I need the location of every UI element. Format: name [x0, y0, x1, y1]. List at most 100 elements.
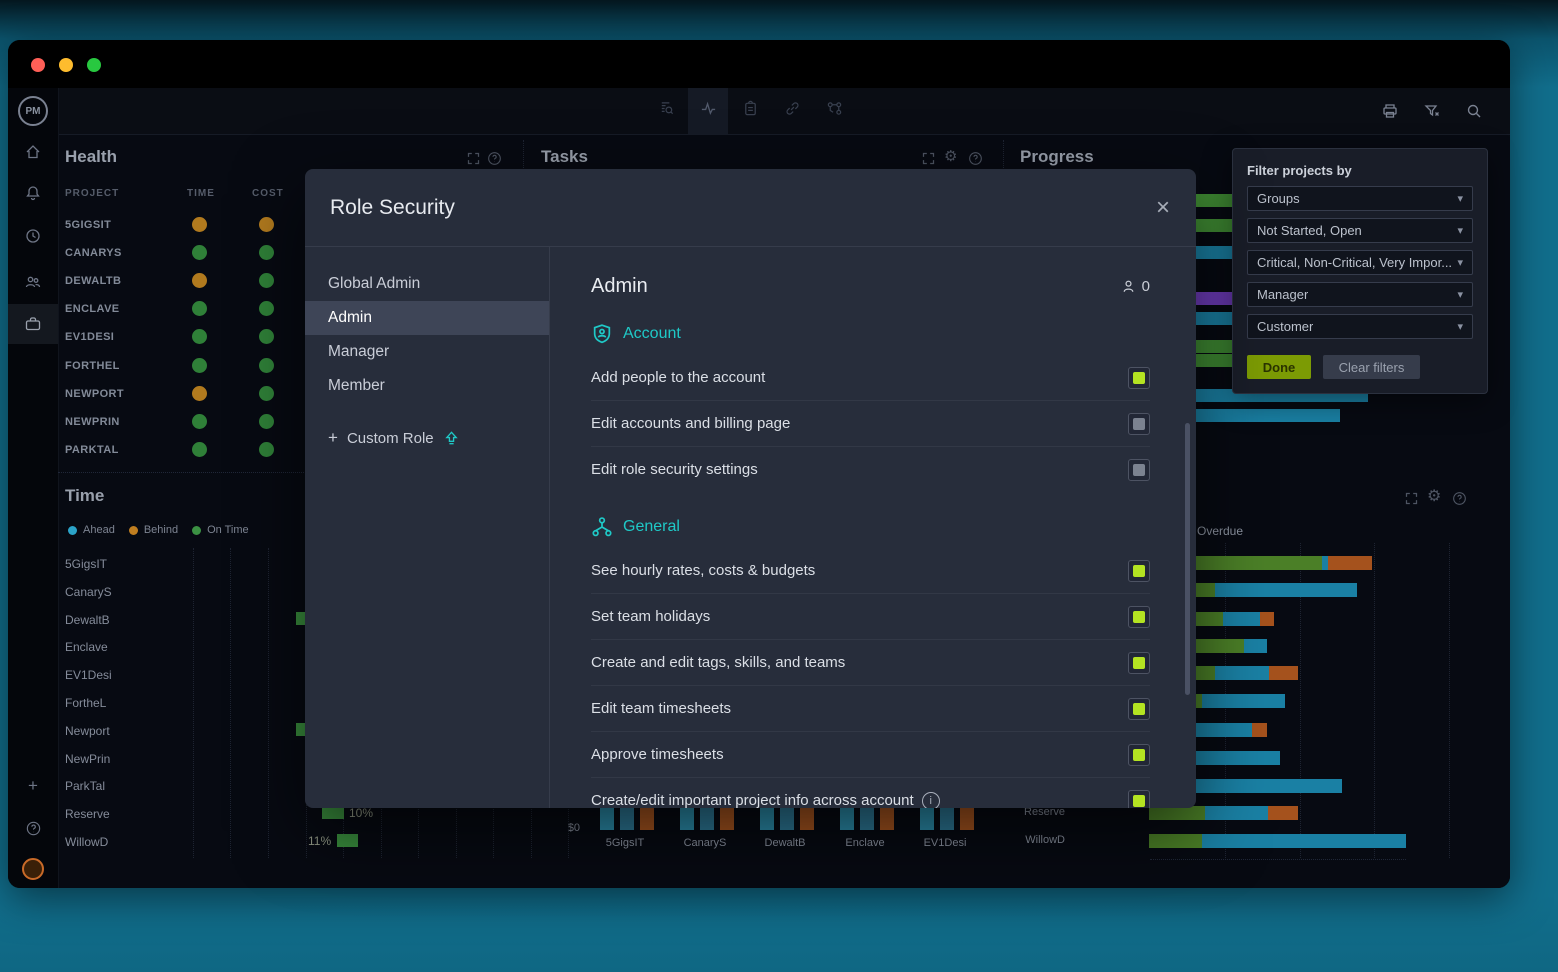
cost-category-label: 5GigsIT: [585, 837, 665, 849]
checkbox-on-mark: [1133, 795, 1145, 807]
filter-dropdown-4[interactable]: Customer ▾: [1247, 314, 1473, 339]
cost-category-label: CanaryS: [665, 837, 745, 849]
checkbox-on-mark: [1133, 703, 1145, 715]
time-row-label: ParkTal: [65, 779, 105, 793]
permission-checkbox[interactable]: [1128, 560, 1150, 582]
workload-bar-segment: [1149, 834, 1202, 848]
time-bar-percent-label: 10%: [349, 806, 373, 820]
role-member-count: 0: [1120, 278, 1150, 295]
health-time-dot: [192, 301, 207, 316]
permission-label: Edit role security settings: [591, 461, 758, 478]
time-row-label: CanaryS: [65, 585, 112, 599]
permission-checkbox[interactable]: [1128, 744, 1150, 766]
add-custom-role-button[interactable]: + Custom Role: [305, 421, 549, 455]
modal-scrollbar-thumb[interactable]: [1185, 423, 1190, 695]
health-project-name: 5GIGSIT: [65, 219, 111, 231]
permission-checkbox[interactable]: [1128, 606, 1150, 628]
permission-checkbox[interactable]: [1128, 698, 1150, 720]
permission-label: Create and edit tags, skills, and teams: [591, 654, 845, 671]
role-security-modal: Role Security × Global AdminAdminManager…: [305, 169, 1196, 808]
role-nav-manager[interactable]: Manager: [305, 335, 549, 369]
workload-bar-segment: [1268, 806, 1298, 820]
health-project-name: FORTHEL: [65, 360, 120, 372]
health-cost-dot: [259, 386, 274, 401]
upgrade-arrow-icon: [443, 430, 460, 447]
cost-bar: [700, 808, 714, 830]
filter-done-button[interactable]: Done: [1247, 355, 1311, 379]
permission-row: Approve timesheets: [591, 732, 1150, 778]
permission-label: Add people to the account: [591, 369, 765, 386]
workload-axis-label: WillowD: [1005, 834, 1065, 846]
role-nav-member[interactable]: Member: [305, 369, 549, 403]
permission-checkbox[interactable]: [1128, 459, 1150, 481]
health-project-name: EV1DESI: [65, 331, 114, 343]
filter-dropdown-0[interactable]: Groups▾: [1247, 186, 1473, 211]
cost-bar: [920, 808, 934, 830]
health-project-name: PARKTAL: [65, 444, 119, 456]
health-project-name: DEWALTB: [65, 275, 121, 287]
cost-bar: [620, 808, 634, 830]
permission-row: Edit team timesheets: [591, 686, 1150, 732]
time-row-label: 5GigsIT: [65, 557, 107, 571]
shield-user-icon: [591, 323, 613, 345]
person-icon: [1120, 278, 1137, 295]
permission-checkbox[interactable]: [1128, 367, 1150, 389]
filter-dropdown-value: Not Started, Open: [1257, 223, 1362, 238]
permission-label: Create/edit important project info acros…: [591, 792, 940, 809]
role-nav-global-admin[interactable]: Global Admin: [305, 267, 549, 301]
workload-gridline: [1449, 543, 1450, 858]
custom-role-label: Custom Role: [347, 430, 434, 447]
filter-dropdown-3[interactable]: Manager▾: [1247, 282, 1473, 307]
filter-clear-button[interactable]: Clear filters: [1323, 355, 1420, 379]
filter-dropdown-list: Groups▾Not Started, Open▾Critical, Non-C…: [1247, 186, 1473, 339]
filter-dropdown-value: Critical, Non-Critical, Very Impor...: [1257, 255, 1451, 270]
filter-dropdown-value: Customer: [1257, 319, 1313, 334]
cost-bar: [680, 808, 694, 830]
permission-label: Edit team timesheets: [591, 700, 731, 717]
health-time-dot: [192, 329, 207, 344]
checkbox-on-mark: [1133, 611, 1145, 623]
filter-dropdown-value: Groups: [1257, 191, 1300, 206]
filter-projects-popup: Filter projects by Groups▾Not Started, O…: [1232, 148, 1488, 394]
health-project-name: ENCLAVE: [65, 303, 120, 315]
workload-bar-segment: [1215, 666, 1269, 680]
close-icon: ×: [1156, 194, 1170, 221]
health-cost-dot: [259, 329, 274, 344]
health-project-name: NEWPORT: [65, 388, 124, 400]
time-bar: [322, 806, 344, 819]
chevron-down-icon: ▾: [1457, 320, 1463, 333]
permission-row: Edit role security settings: [591, 447, 1150, 492]
info-icon[interactable]: i: [922, 792, 940, 809]
workload-bar-segment: [1223, 612, 1260, 626]
health-cost-dot: [259, 358, 274, 373]
checkbox-on-mark: [1133, 565, 1145, 577]
health-time-dot: [192, 386, 207, 401]
filter-dropdown-1[interactable]: Not Started, Open▾: [1247, 218, 1473, 243]
workload-bar-segment: [1260, 612, 1274, 626]
health-cost-dot: [259, 217, 274, 232]
health-cost-dot: [259, 442, 274, 457]
health-time-dot: [192, 217, 207, 232]
cost-bar: [840, 808, 854, 830]
health-time-dot: [192, 273, 207, 288]
filter-dropdown-value: Manager: [1257, 287, 1308, 302]
cost-category-label: DewaltB: [745, 837, 825, 849]
cost-category-label: Enclave: [825, 837, 905, 849]
section-title: Account: [623, 325, 681, 343]
permission-checkbox[interactable]: [1128, 652, 1150, 674]
cost-category-label: EV1Desi: [905, 837, 985, 849]
cost-bar: [960, 808, 974, 830]
permission-checkbox[interactable]: [1128, 790, 1150, 809]
cost-bar: [860, 808, 874, 830]
time-gridline: [230, 548, 231, 858]
workload-bar-segment: [1252, 723, 1267, 737]
workload-bar-segment: [1244, 639, 1267, 653]
section-header-general: General: [591, 514, 1150, 540]
role-nav-admin[interactable]: Admin: [305, 301, 549, 335]
health-time-dot: [192, 358, 207, 373]
chevron-down-icon: ▾: [1457, 256, 1463, 269]
modal-close-button[interactable]: ×: [1156, 196, 1170, 220]
health-cost-dot: [259, 245, 274, 260]
filter-dropdown-2[interactable]: Critical, Non-Critical, Very Impor... ▾: [1247, 250, 1473, 275]
permission-checkbox[interactable]: [1128, 413, 1150, 435]
